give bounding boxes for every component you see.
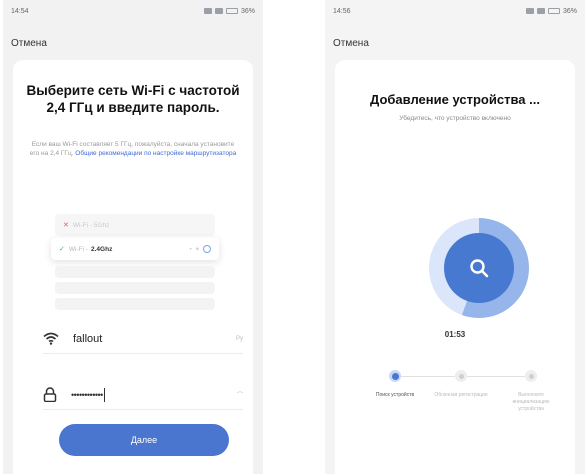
wifi-24g-prefix: Wi-Fi - xyxy=(68,245,89,253)
battery-level: 36% xyxy=(562,7,577,15)
check-mark-icon: ✓ xyxy=(59,246,65,253)
signal-small-icon: ▾ xyxy=(195,246,199,253)
cancel-button[interactable]: Отмена xyxy=(333,38,369,49)
wifi-list-illustration: ✕ Wi-Fi - 5Ghz ✓ Wi-Fi - 2.4Ghz • ▾ xyxy=(51,214,219,310)
ssid-value[interactable]: fallout xyxy=(73,333,102,345)
adding-device-screen: 14:56 36% Отмена Добавление устройства .… xyxy=(325,0,585,474)
search-icon xyxy=(470,259,489,278)
radar-core xyxy=(444,233,514,303)
wifi-24g-row: ✓ Wi-Fi - 2.4Ghz • ▾ xyxy=(51,238,219,260)
wifi-row-icons: • ▾ xyxy=(189,245,211,253)
wifi-5g-label: Wi-Fi - 5Ghz xyxy=(72,221,110,229)
status-icons: 36% xyxy=(525,7,577,15)
signal-icon xyxy=(525,8,534,14)
page-subtitle: Убедитесь, что устройство включено xyxy=(399,115,511,122)
step-cloud-registration: Облачная регистрация xyxy=(431,370,491,399)
wifi-status-icon xyxy=(536,8,545,14)
status-bar: 14:54 36% xyxy=(3,0,263,22)
search-radar xyxy=(429,218,529,318)
text-caret xyxy=(103,387,105,402)
step-label: Облачная регистрация xyxy=(434,392,488,398)
wifi-5g-row: ✕ Wi-Fi - 5Ghz xyxy=(55,214,215,236)
frequency-hint: Если ваш Wi-Fi составляет 5 ГГц, пожалуй… xyxy=(29,140,237,158)
router-guide-link[interactable]: Общие рекомендации по настройке маршрути… xyxy=(75,150,236,157)
step-label: Поиск устройств xyxy=(375,392,415,398)
eye-icon[interactable]: ⌒ xyxy=(237,390,243,399)
battery-icon xyxy=(225,8,238,14)
wifi-status-icon xyxy=(214,8,223,14)
countdown-timer: 01:53 xyxy=(444,330,466,339)
placeholder-row xyxy=(55,282,215,294)
step-label: Выполните инициализацию устройства xyxy=(512,392,550,412)
ssid-switch-label[interactable]: Ру xyxy=(236,336,243,342)
info-icon xyxy=(203,245,211,253)
placeholder-row xyxy=(55,298,215,310)
step-search: Поиск устройств xyxy=(365,370,425,399)
status-bar: 14:56 36% xyxy=(325,0,585,22)
page-title: Выберите сеть Wi-Fi с частотой 2,4 ГГц и… xyxy=(26,83,240,115)
wifi-24g-label: 2.4Ghz xyxy=(91,245,113,253)
wifi-setup-screen: 14:54 36% Отмена Выберите сеть Wi-Fi с ч… xyxy=(3,0,263,474)
lock-small-icon: • xyxy=(189,245,192,253)
status-time: 14:56 xyxy=(333,7,351,15)
x-mark-icon: ✕ xyxy=(63,222,69,229)
ssid-field[interactable]: fallout Ру xyxy=(43,324,243,354)
next-button[interactable]: Далее xyxy=(59,424,229,456)
password-value[interactable]: •••••••••••• xyxy=(71,390,103,400)
password-field[interactable]: •••••••••••• ⌒ xyxy=(43,380,243,410)
battery-level: 36% xyxy=(240,7,255,15)
lock-icon xyxy=(43,387,63,402)
step-indicator xyxy=(455,370,467,382)
progress-steps: Поиск устройств Облачная регистрация Вып… xyxy=(365,370,560,440)
battery-icon xyxy=(547,8,560,14)
status-icons: 36% xyxy=(203,7,255,15)
signal-icon xyxy=(203,8,212,14)
step-indicator xyxy=(525,370,537,382)
step-initialize: Выполните инициализацию устройства xyxy=(501,370,561,413)
status-time: 14:54 xyxy=(11,7,29,15)
wifi-icon xyxy=(43,332,63,345)
placeholder-row xyxy=(55,266,215,278)
step-indicator-active xyxy=(389,370,401,382)
cancel-button[interactable]: Отмена xyxy=(11,38,47,49)
page-title: Добавление устройства ... xyxy=(370,92,540,107)
